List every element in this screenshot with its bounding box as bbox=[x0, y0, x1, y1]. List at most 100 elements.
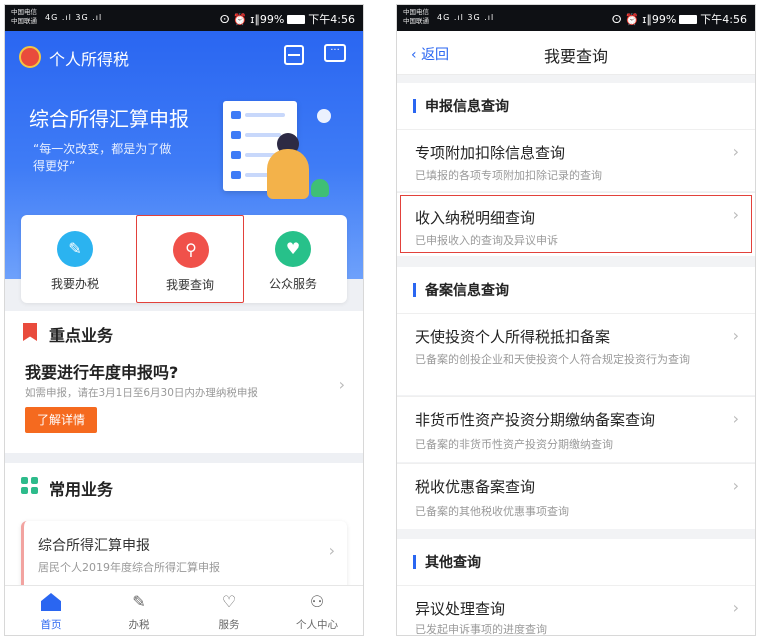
home-icon bbox=[41, 593, 61, 611]
page-title: 我要查询 bbox=[543, 47, 608, 66]
quick-action-tax[interactable]: ✎ 我要办税 bbox=[21, 215, 129, 303]
group-title: 其他查询 bbox=[425, 555, 481, 571]
tab-label: 首页 bbox=[40, 619, 62, 631]
row-subtitle: 已填报的各项专项附加扣除记录的查询 bbox=[415, 169, 602, 182]
list-item-income-tax-detail[interactable]: 收入纳税明细查询 已申报收入的查询及异议申诉 › bbox=[397, 192, 755, 256]
annual-filing-question[interactable]: 我要进行年度申报吗? bbox=[25, 359, 178, 383]
quick-action-query[interactable]: ⚲ 我要查询 bbox=[136, 215, 244, 303]
quick-action-public-service[interactable]: ♥ 公众服务 bbox=[239, 215, 347, 303]
moon-illustration bbox=[317, 109, 331, 123]
status-bar: 中国电信 中国联通 4G .ıl 3G .ıl ⵙ ⏰ ɪ∥99% 下午4:56 bbox=[5, 5, 363, 31]
heart-icon: ♡ bbox=[221, 592, 237, 611]
section-title: 常用业务 bbox=[49, 480, 114, 499]
person-illustration bbox=[267, 149, 309, 199]
list-item-angel-investment[interactable]: 天使投资个人所得税抵扣备案 已备案的创投企业和天使投资个人符合规定投资行为查询 … bbox=[397, 313, 755, 395]
user-icon: ⚇ bbox=[309, 592, 325, 611]
search-icon: ⚲ bbox=[173, 232, 209, 268]
tab-personal-center[interactable]: ⚇ 个人中心 bbox=[273, 586, 361, 635]
pencil-icon: ✎ bbox=[57, 231, 93, 267]
status-bar: 中国电信 中国联通 4G .ıl 3G .ıl ⵙ ⏰ ɪ∥99% 下午4:56 bbox=[397, 5, 755, 31]
tab-label: 个人中心 bbox=[296, 619, 338, 631]
group-marker bbox=[413, 99, 416, 113]
row-subtitle: 已发起申诉事项的进度查询 bbox=[415, 623, 547, 636]
filing-hint: 如需申报，请在3月1日至6月30日内办理纳税申报 bbox=[25, 387, 258, 399]
learn-more-button[interactable]: 了解详情 bbox=[25, 407, 97, 433]
common-item-title: 综合所得汇算申报 bbox=[38, 538, 150, 554]
carrier-info: 中国电信 中国联通 bbox=[11, 8, 37, 26]
plant-illustration bbox=[311, 179, 329, 197]
row-subtitle: 已备案的非货币性资产投资分期缴纳查询 bbox=[415, 438, 613, 451]
row-title: 专项附加扣除信息查询 bbox=[415, 144, 566, 162]
group-filing-info: 备案信息查询 bbox=[397, 267, 755, 313]
carrier-1: 中国电信 bbox=[403, 8, 429, 16]
list-item-dispute-handling[interactable]: 异议处理查询 已发起申诉事项的进度查询 › bbox=[397, 585, 755, 636]
status-time: 下午4:56 bbox=[308, 13, 355, 26]
quick-action-label: 公众服务 bbox=[268, 277, 317, 291]
carrier-2: 中国联通 bbox=[11, 17, 37, 25]
row-subtitle: 已备案的创投企业和天使投资个人符合规定投资行为查询 bbox=[415, 353, 690, 366]
key-business-section: 重点业务 我要进行年度申报吗? 如需申报，请在3月1日至6月30日内办理纳税申报… bbox=[5, 311, 363, 453]
right-phone-screen: 中国电信 中国联通 4G .ıl 3G .ıl ⵙ ⏰ ɪ∥99% 下午4:56 … bbox=[396, 4, 756, 636]
chevron-right-icon: › bbox=[732, 409, 739, 428]
chevron-right-icon: › bbox=[328, 541, 335, 560]
status-icons: ⵙ ⏰ ɪ∥99% bbox=[219, 13, 285, 26]
battery-icon bbox=[287, 15, 306, 24]
bookmark-icon bbox=[23, 323, 37, 341]
quick-action-label: 我要办税 bbox=[50, 277, 99, 291]
status-icons: ⵙ ⏰ ɪ∥99% bbox=[611, 13, 677, 26]
common-item-subtitle: 居民个人2019年度综合所得汇算申报 bbox=[38, 561, 220, 574]
tab-home[interactable]: 首页 bbox=[7, 586, 95, 635]
banner-subtitle: “每一次改变，都是为了做得更好” bbox=[33, 142, 172, 173]
chevron-right-icon: › bbox=[732, 326, 739, 345]
signal-icon: 4G .ıl 3G .ıl bbox=[45, 13, 103, 22]
scan-icon[interactable] bbox=[284, 45, 304, 65]
row-title: 天使投资个人所得税抵扣备案 bbox=[415, 328, 611, 346]
common-business-section: 常用业务 综合所得汇算申报 居民个人2019年度综合所得汇算申报 › bbox=[5, 463, 363, 593]
banner-title: 综合所得汇算申报 bbox=[29, 107, 189, 131]
tab-tax[interactable]: ✎ 办税 bbox=[95, 586, 183, 635]
carrier-1: 中国电信 bbox=[11, 8, 37, 16]
group-marker bbox=[413, 555, 416, 569]
chevron-right-icon: › bbox=[732, 598, 739, 617]
tab-label: 办税 bbox=[128, 619, 150, 631]
nav-bar: ‹ 返回 我要查询 bbox=[397, 31, 755, 75]
common-item-card[interactable]: 综合所得汇算申报 居民个人2019年度综合所得汇算申报 › bbox=[21, 521, 347, 591]
chevron-right-icon: › bbox=[732, 142, 739, 161]
row-title: 非货币性资产投资分期缴纳备案查询 bbox=[415, 411, 656, 429]
chevron-right-icon: › bbox=[732, 476, 739, 495]
group-marker bbox=[413, 283, 416, 297]
chevron-right-icon[interactable]: › bbox=[339, 375, 345, 394]
battery-icon bbox=[679, 15, 698, 24]
carrier-info: 中国电信 中国联通 bbox=[403, 8, 429, 26]
tax-emblem-icon bbox=[19, 46, 41, 68]
group-title: 备案信息查询 bbox=[425, 283, 509, 299]
tab-label: 服务 bbox=[218, 619, 240, 631]
status-right: ⵙ ⏰ ɪ∥99% 下午4:56 bbox=[612, 11, 747, 27]
carrier-2: 中国联通 bbox=[403, 17, 429, 25]
app-title: 个人所得税 bbox=[49, 50, 130, 69]
shield-icon: ♥ bbox=[275, 231, 311, 267]
section-title: 重点业务 bbox=[49, 326, 114, 345]
status-time: 下午4:56 bbox=[700, 13, 747, 26]
grid-icon bbox=[21, 477, 39, 495]
group-other-query: 其他查询 bbox=[397, 539, 755, 585]
message-icon[interactable]: ··· bbox=[324, 44, 346, 62]
row-title: 异议处理查询 bbox=[415, 600, 506, 618]
row-subtitle: 已备案的其他税收优惠事项查询 bbox=[415, 505, 569, 518]
bottom-tab-bar: 首页 ✎ 办税 ♡ 服务 ⚇ 个人中心 bbox=[5, 585, 363, 635]
row-subtitle: 已申报收入的查询及异议申诉 bbox=[415, 234, 558, 247]
tab-service[interactable]: ♡ 服务 bbox=[185, 586, 273, 635]
group-declaration-info: 申报信息查询 bbox=[397, 83, 755, 129]
group-title: 申报信息查询 bbox=[425, 99, 509, 115]
signal-icon: 4G .ıl 3G .ıl bbox=[437, 13, 495, 22]
left-phone-screen: 中国电信 中国联通 4G .ıl 3G .ıl ⵙ ⏰ ɪ∥99% 下午4:56 … bbox=[4, 4, 364, 636]
list-item-non-monetary-asset[interactable]: 非货币性资产投资分期缴纳备案查询 已备案的非货币性资产投资分期缴纳查询 › bbox=[397, 396, 755, 462]
list-item-special-deduction[interactable]: 专项附加扣除信息查询 已填报的各项专项附加扣除记录的查询 › bbox=[397, 129, 755, 191]
status-right: ⵙ ⏰ ɪ∥99% 下午4:56 bbox=[220, 11, 355, 27]
quick-actions-card: ✎ 我要办税 ⚲ 我要查询 ♥ 公众服务 bbox=[21, 215, 347, 303]
chevron-right-icon: › bbox=[732, 205, 739, 224]
list-item-tax-preference[interactable]: 税收优惠备案查询 已备案的其他税收优惠事项查询 › bbox=[397, 463, 755, 529]
row-title: 收入纳税明细查询 bbox=[415, 209, 536, 227]
row-title: 税收优惠备案查询 bbox=[415, 478, 536, 496]
quick-action-label: 我要查询 bbox=[165, 278, 214, 292]
